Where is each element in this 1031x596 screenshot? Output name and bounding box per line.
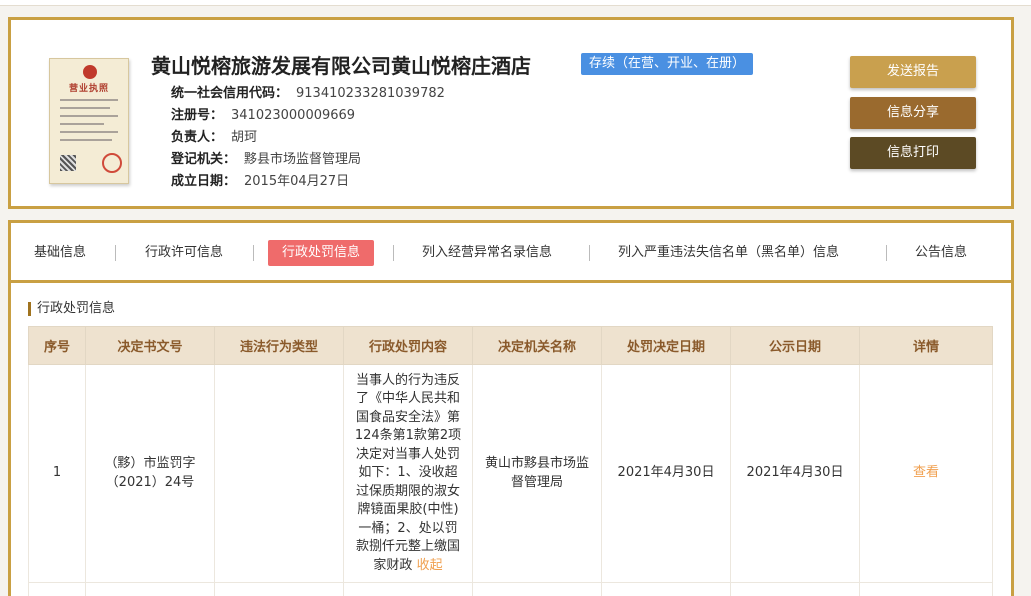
collapse-link[interactable]: 收起 (417, 558, 443, 573)
tab-basic-info[interactable]: 基础信息 (34, 240, 86, 266)
section-title: 行政处罚信息 (28, 302, 115, 316)
info-row-reg-no: 注册号： 341023000009669 (171, 104, 355, 123)
col-header-index: 序号 (28, 326, 86, 365)
penalty-table: 序号 决定书文号 违法行为类型 行政处罚内容 决定机关名称 处罚决定日期 公示日… (28, 326, 993, 596)
cell-publish-date: 2021年4月30日 (730, 364, 860, 583)
tab-admin-penalty[interactable]: 行政处罚信息 (268, 240, 375, 266)
credit-code-value: 913410233281039782 (296, 86, 445, 101)
business-license-image: 营业执照 (49, 58, 129, 184)
tab-separator (393, 245, 394, 261)
penalty-content-text: 当事人的行为违反了《中华人民共和国食品安全法》第124条第1款第2项决定对当事人… (354, 372, 462, 573)
tab-separator (886, 245, 887, 261)
status-badge: 存续（在营、开业、在册） (581, 53, 754, 75)
tab-bar: 基础信息 行政许可信息 行政处罚信息 列入经营异常名录信息 列入严重违法失信名单… (11, 223, 1011, 283)
col-header-penalty-content: 行政处罚内容 (343, 326, 473, 365)
info-row-credit-code: 统一社会信用代码： 913410233281039782 (171, 82, 445, 101)
cell-penalty-content: 当事人的行为违反了《中华人民共和国食品安全法》第124条第1款第2项决定对当事人… (343, 364, 473, 583)
top-strip (0, 0, 1031, 6)
official-seal-icon (102, 153, 122, 173)
license-title: 营业执照 (68, 84, 109, 94)
cell-detail: 查看 (859, 364, 993, 583)
tab-separator (253, 245, 254, 261)
table-row: 1 （黟）市监罚字（2021）24号 当事人的行为违反了《中华人民共和国食品安全… (28, 364, 993, 583)
cell-authority: 黄山市黟县市场监督管理局 (472, 364, 602, 583)
info-row-authority: 登记机关： 黟县市场监督管理局 (171, 148, 361, 167)
col-header-violation-type: 违法行为类型 (214, 326, 344, 365)
send-report-button[interactable]: 发送报告 (850, 56, 976, 88)
person-label: 负责人： (171, 130, 224, 145)
main-content-card: 基础信息 行政许可信息 行政处罚信息 列入经营异常名录信息 列入严重违法失信名单… (8, 220, 1014, 596)
print-info-button[interactable]: 信息打印 (850, 137, 976, 169)
col-header-decision-date: 处罚决定日期 (601, 326, 731, 365)
established-label: 成立日期： (171, 174, 237, 189)
established-value: 2015年04月27日 (244, 174, 350, 189)
col-header-authority: 决定机关名称 (472, 326, 602, 365)
table-header-row: 序号 决定书文号 违法行为类型 行政处罚内容 决定机关名称 处罚决定日期 公示日… (28, 326, 993, 365)
tab-abnormal-list[interactable]: 列入经营异常名录信息 (422, 240, 552, 266)
company-header-card: 营业执照 黄山悦榕旅游发展有限公司黄山悦榕庄酒店 存续（在营、开业、在册） 统一… (8, 17, 1014, 209)
authority-label: 登记机关： (171, 152, 237, 167)
national-emblem-icon (83, 65, 97, 79)
cell-index: 1 (28, 364, 86, 583)
cell-decision-date: 2021年4月30日 (601, 364, 731, 583)
col-header-doc-no: 决定书文号 (85, 326, 215, 365)
tab-separator (115, 245, 116, 261)
person-value: 胡珂 (231, 130, 258, 145)
company-name: 黄山悦榕旅游发展有限公司黄山悦榕庄酒店 (151, 54, 531, 78)
cell-violation-type (214, 364, 344, 583)
authority-value: 黟县市场监督管理局 (244, 152, 362, 167)
share-info-button[interactable]: 信息分享 (850, 97, 976, 129)
tab-admin-license[interactable]: 行政许可信息 (145, 240, 223, 266)
tab-blacklist[interactable]: 列入严重违法失信名单（黑名单）信息 (618, 240, 839, 266)
reg-no-label: 注册号： (171, 108, 224, 123)
view-detail-link[interactable]: 查看 (913, 465, 939, 480)
qr-code-icon (60, 155, 76, 171)
info-row-person: 负责人： 胡珂 (171, 126, 257, 145)
tab-announcements[interactable]: 公告信息 (915, 240, 967, 266)
cell-doc-no: （黟）市监罚字（2021）24号 (85, 364, 215, 583)
info-row-established: 成立日期： 2015年04月27日 (171, 170, 349, 189)
col-header-detail: 详情 (859, 326, 993, 365)
reg-no-value: 341023000009669 (231, 108, 356, 123)
col-header-publish-date: 公示日期 (730, 326, 860, 365)
table-row (28, 582, 993, 596)
credit-code-label: 统一社会信用代码： (171, 86, 289, 101)
tab-separator (589, 245, 590, 261)
